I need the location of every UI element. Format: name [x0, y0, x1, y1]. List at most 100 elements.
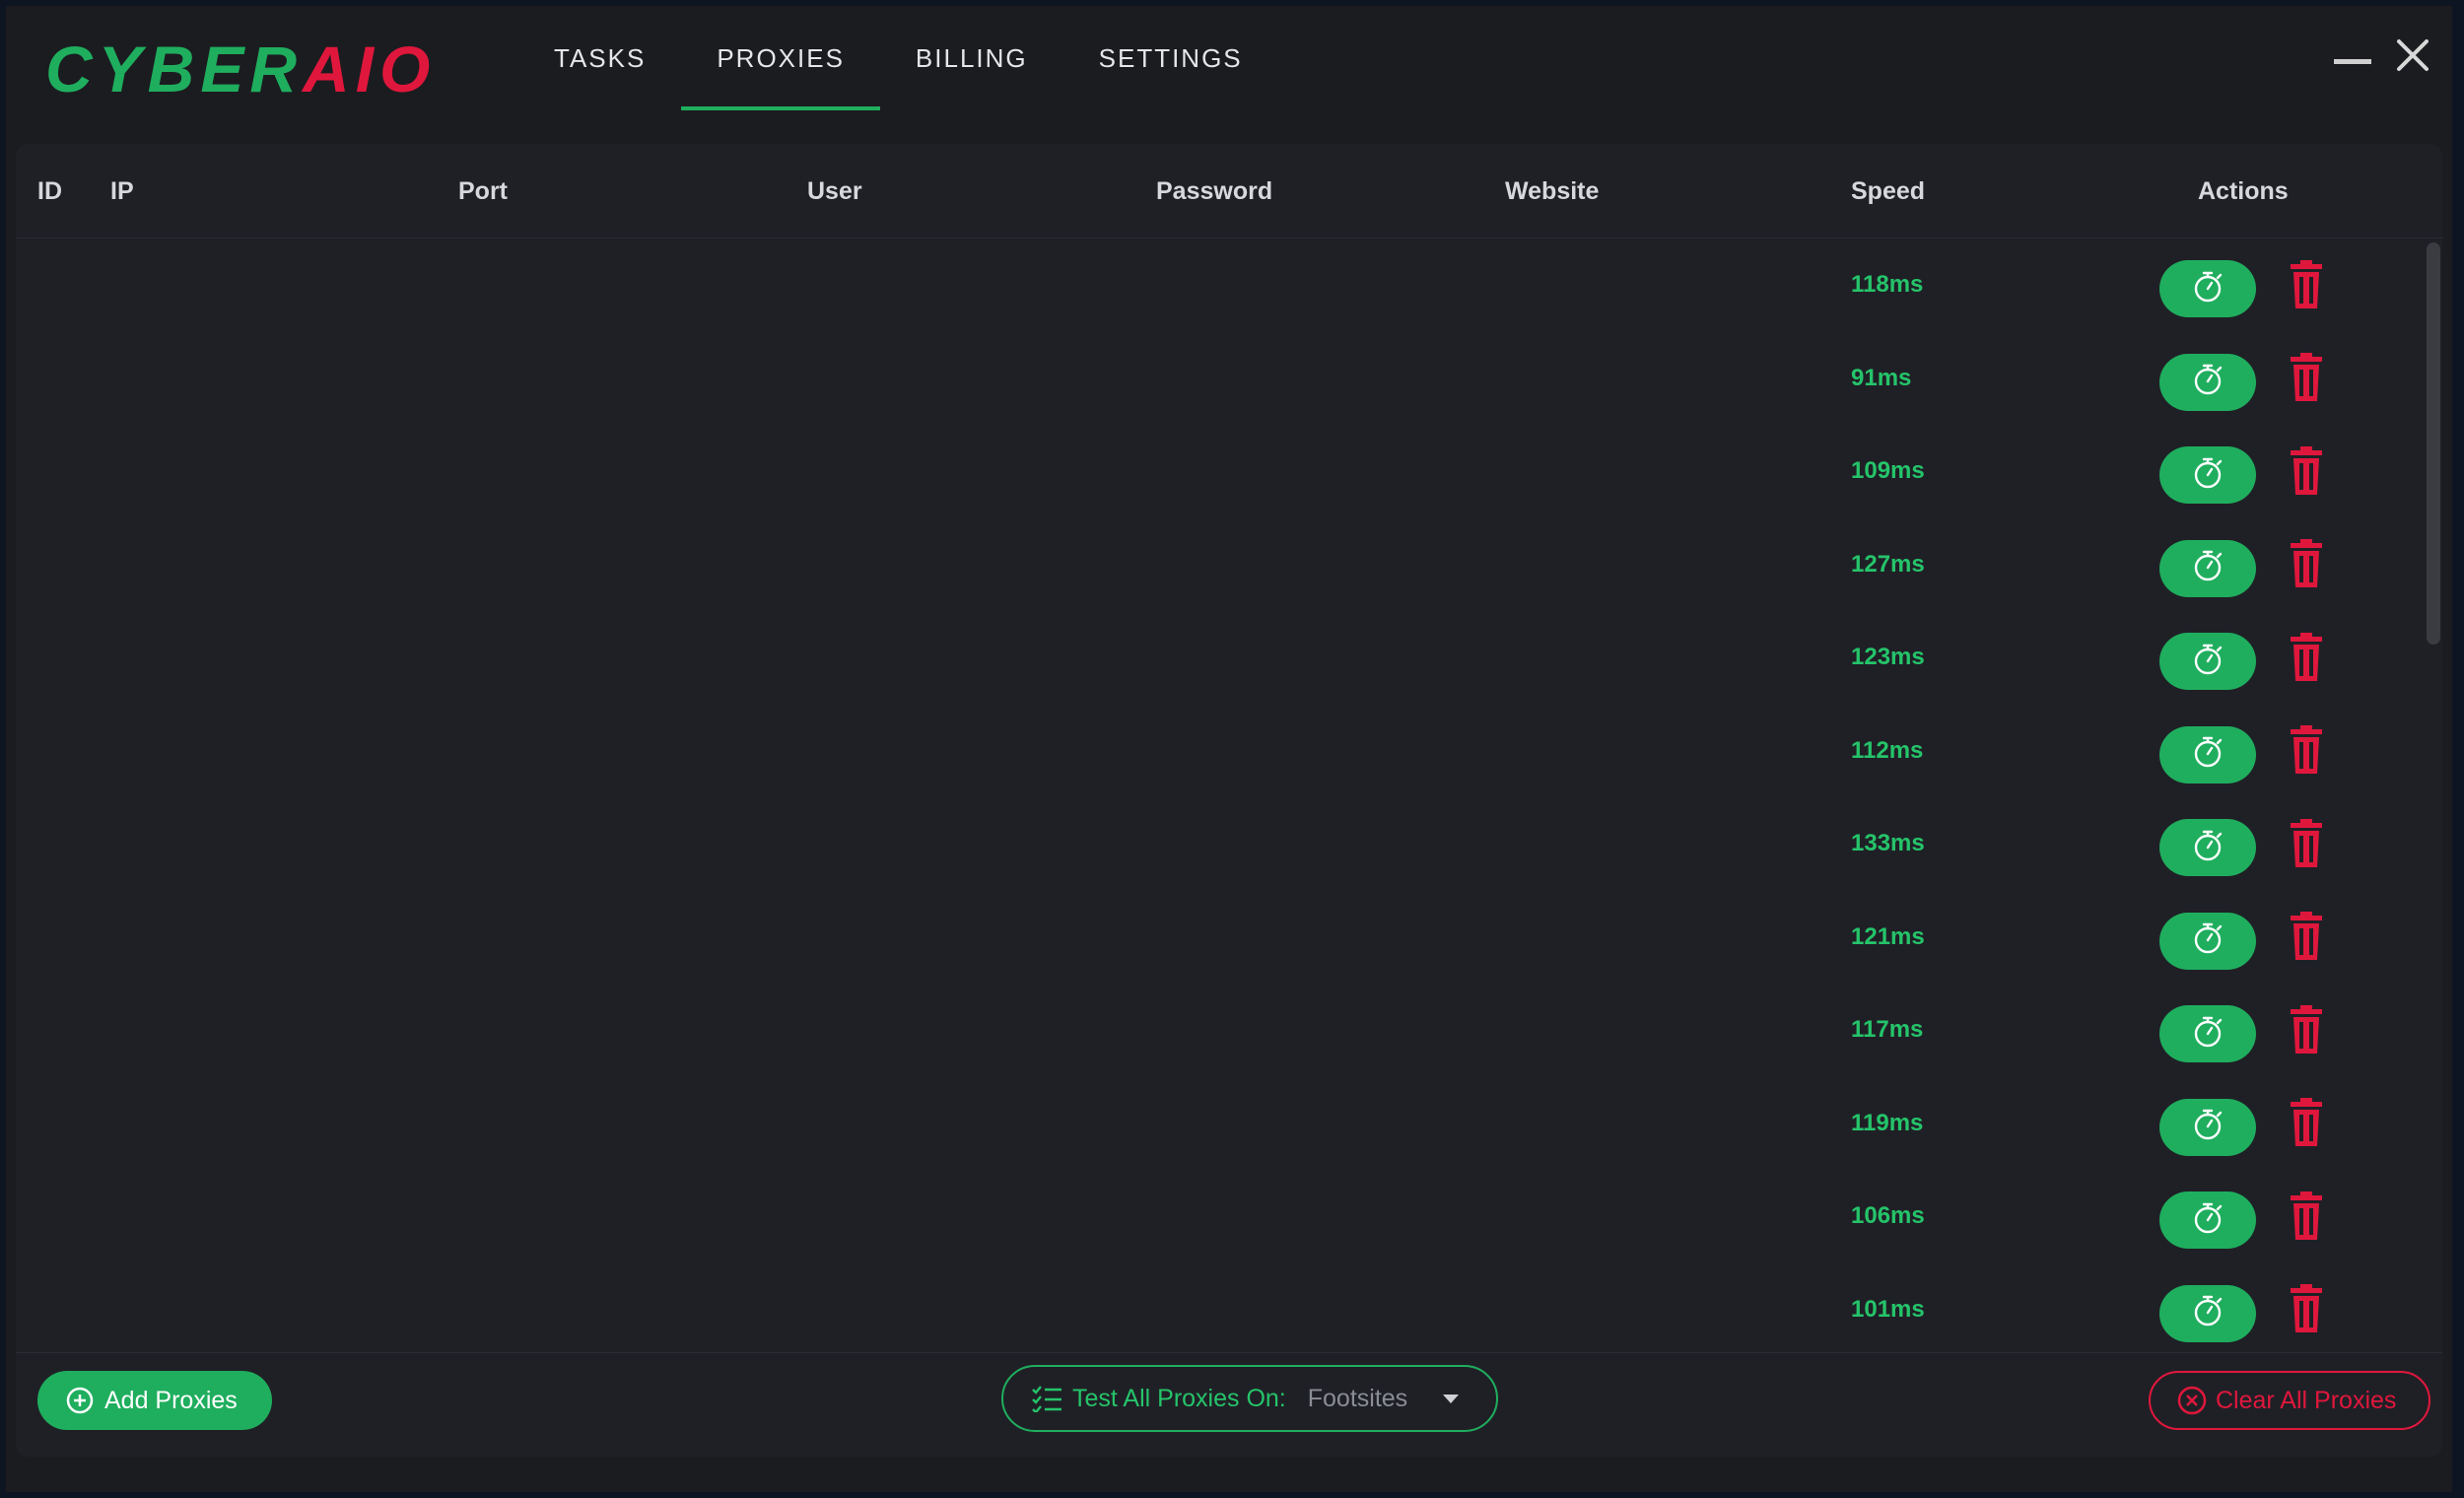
delete-proxy-button[interactable]: [2286, 725, 2327, 780]
add-proxies-button[interactable]: Add Proxies: [37, 1371, 272, 1430]
speed-value: 121ms: [1851, 922, 1925, 950]
list-check-icon: [1032, 1386, 1061, 1412]
table-row: 91ms: [16, 332, 2442, 426]
test-all-label: Test All Proxies On:: [1072, 1384, 1286, 1412]
tab-label: PROXIES: [717, 42, 845, 73]
stopwatch-icon: [2191, 920, 2224, 961]
stopwatch-icon: [2191, 642, 2224, 682]
test-proxy-button[interactable]: [2159, 912, 2256, 970]
app-window: CYBERAIO TASKS PROXIES BILLING SETTINGS …: [6, 6, 2452, 1492]
col-website: Website: [1505, 177, 1600, 205]
speed-value: 118ms: [1851, 271, 1924, 298]
main-nav: TASKS PROXIES BILLING SETTINGS: [518, 6, 1278, 110]
add-proxies-label: Add Proxies: [104, 1386, 238, 1414]
chevron-down-icon: [1443, 1394, 1460, 1403]
speed-value: 117ms: [1851, 1016, 1924, 1043]
trash-icon: [2289, 539, 2324, 593]
clear-all-proxies-button[interactable]: Clear All Proxies: [2149, 1371, 2430, 1430]
trash-icon: [2289, 353, 2324, 407]
tab-label: TASKS: [554, 42, 647, 73]
test-proxy-button[interactable]: [2159, 1005, 2256, 1062]
table-row: 112ms: [16, 705, 2442, 798]
stopwatch-icon: [2191, 548, 2224, 588]
speed-value: 133ms: [1851, 830, 1925, 856]
trash-icon: [2289, 1004, 2324, 1059]
delete-proxy-button[interactable]: [2286, 818, 2327, 873]
logo: CYBERAIO: [45, 30, 436, 108]
test-proxy-button[interactable]: [2159, 446, 2256, 504]
trash-icon: [2289, 1284, 2324, 1338]
test-all-proxies-select[interactable]: Test All Proxies On: Footsites: [1001, 1365, 1498, 1432]
delete-proxy-button[interactable]: [2286, 912, 2327, 966]
trash-icon: [2289, 912, 2324, 966]
delete-proxy-button[interactable]: [2286, 539, 2327, 593]
test-proxy-button[interactable]: [2159, 633, 2256, 690]
footer-bar: Add Proxies Test All Proxies On: Footsit…: [16, 1352, 2442, 1457]
trash-icon: [2289, 445, 2324, 501]
stopwatch-icon: [2191, 269, 2224, 309]
stopwatch-icon: [2191, 1107, 2224, 1147]
delete-proxy-button[interactable]: [2286, 1284, 2327, 1338]
test-proxy-button[interactable]: [2159, 539, 2256, 597]
test-proxy-button[interactable]: [2159, 819, 2256, 876]
col-password: Password: [1156, 177, 1273, 205]
speed-value: 106ms: [1851, 1202, 1925, 1229]
table-row: 121ms: [16, 891, 2442, 985]
stopwatch-icon: [2191, 1293, 2224, 1333]
col-port: Port: [458, 177, 508, 205]
speed-value: 119ms: [1851, 1109, 1924, 1136]
logo-text-cyber: CYBER: [45, 33, 304, 105]
tab-settings[interactable]: SETTINGS: [1063, 6, 1278, 110]
tab-proxies[interactable]: PROXIES: [681, 6, 880, 110]
scrollbar[interactable]: [2427, 242, 2440, 645]
test-proxy-button[interactable]: [2159, 353, 2256, 411]
tab-tasks[interactable]: TASKS: [518, 6, 681, 110]
table-row: 133ms: [16, 797, 2442, 891]
delete-proxy-button[interactable]: [2286, 1098, 2327, 1152]
speed-value: 112ms: [1851, 736, 1924, 764]
table-row: 101ms: [16, 1263, 2442, 1353]
delete-proxy-button[interactable]: [2286, 259, 2327, 314]
minimize-icon[interactable]: [2334, 59, 2371, 64]
delete-proxy-button[interactable]: [2286, 353, 2327, 407]
table-row: 118ms: [16, 238, 2442, 332]
clear-all-label: Clear All Proxies: [2216, 1386, 2397, 1414]
col-id: ID: [37, 177, 62, 205]
speed-value: 127ms: [1851, 550, 1925, 578]
trash-icon: [2289, 1098, 2324, 1152]
col-speed: Speed: [1851, 177, 1926, 205]
delete-proxy-button[interactable]: [2286, 445, 2327, 501]
table-row: 127ms: [16, 518, 2442, 612]
col-actions: Actions: [2198, 177, 2289, 205]
tab-billing[interactable]: BILLING: [880, 6, 1063, 110]
test-proxy-button[interactable]: [2159, 1098, 2256, 1156]
table-row: 106ms: [16, 1170, 2442, 1263]
plus-circle-icon: [66, 1387, 94, 1414]
delete-proxy-button[interactable]: [2286, 1191, 2327, 1246]
test-proxy-button[interactable]: [2159, 1284, 2256, 1342]
test-all-value: Footsites: [1307, 1384, 1408, 1412]
proxy-list: 118ms 91ms 109ms 127ms 123ms 112ms 133ms 121ms 1…: [16, 238, 2442, 1352]
table-row: 119ms: [16, 1077, 2442, 1171]
stopwatch-icon: [2191, 828, 2224, 868]
speed-value: 109ms: [1851, 457, 1925, 484]
table-row: 117ms: [16, 984, 2442, 1077]
table-row: 109ms: [16, 425, 2442, 518]
close-icon[interactable]: [2393, 35, 2432, 75]
delete-proxy-button[interactable]: [2286, 1004, 2327, 1059]
trash-icon: [2289, 632, 2324, 687]
test-proxy-button[interactable]: [2159, 725, 2256, 783]
stopwatch-icon: [2191, 1200, 2224, 1241]
speed-value: 101ms: [1851, 1295, 1925, 1323]
trash-icon: [2289, 259, 2324, 314]
test-proxy-button[interactable]: [2159, 260, 2256, 317]
delete-proxy-button[interactable]: [2286, 632, 2327, 687]
trash-icon: [2289, 818, 2324, 873]
tab-label: SETTINGS: [1098, 42, 1243, 73]
test-proxy-button[interactable]: [2159, 1192, 2256, 1249]
stopwatch-icon: [2191, 455, 2224, 496]
tab-label: BILLING: [915, 42, 1028, 73]
trash-icon: [2289, 1191, 2324, 1246]
table-header: ID IP Port User Password Website Speed A…: [16, 144, 2442, 238]
x-circle-icon: [2177, 1386, 2207, 1415]
